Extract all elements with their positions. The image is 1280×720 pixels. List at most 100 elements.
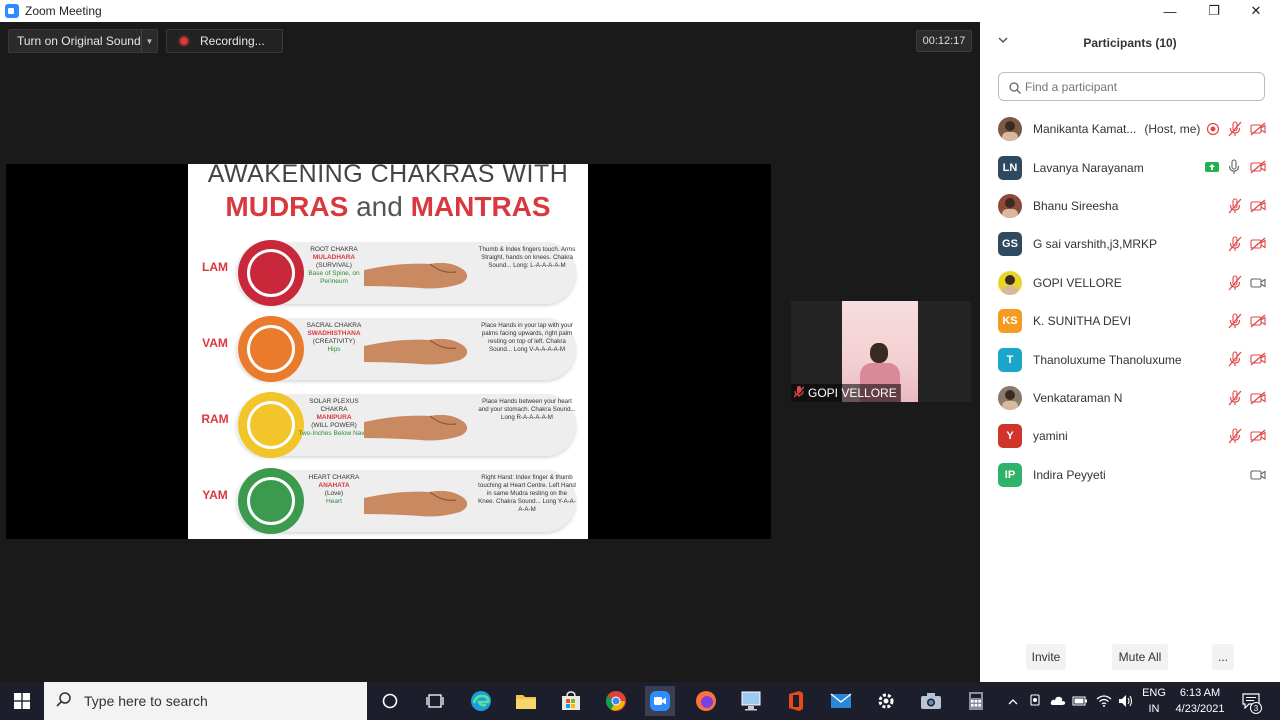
minimize-button[interactable]: — [1150, 0, 1190, 22]
search-input[interactable] [1025, 79, 1245, 94]
meet-now-icon[interactable] [1026, 682, 1046, 720]
wifi-icon[interactable] [1094, 682, 1114, 720]
mudra-description: Thumb & Index fingers touch. Arms Straig… [478, 246, 576, 269]
chakra-row: LAM ROOT CHAKRA MULADHARA (SURVIVAL) Base of… [188, 236, 588, 310]
microphone-muted-icon[interactable] [1228, 275, 1244, 291]
participant-avatar: LN [998, 155, 1022, 180]
file-explorer-icon[interactable] [511, 686, 541, 716]
chevron-down-icon[interactable]: ▼ [141, 30, 157, 52]
participant-row[interactable]: Venkataraman N [980, 379, 1280, 417]
mute-all-button[interactable]: Mute All [1112, 644, 1168, 670]
battery-icon[interactable] [1070, 682, 1090, 720]
task-view-icon[interactable] [420, 686, 450, 716]
participant-name: G sai varshith,j3,MRKP [1033, 237, 1157, 251]
chakra-symbol-icon [238, 240, 304, 306]
mudra-description: Right Hand: Index finger & thumb touchin… [478, 474, 576, 513]
video-participant-name: GOPI VELLORE [808, 386, 897, 400]
microsoft-store-icon[interactable] [556, 686, 586, 716]
participant-avatar: IP [998, 462, 1022, 487]
search-icon [1009, 81, 1021, 94]
windows-start-button[interactable] [0, 682, 44, 720]
video-off-icon[interactable] [1250, 391, 1266, 407]
mudra-hand-icon [364, 262, 468, 289]
calculator-icon[interactable] [961, 686, 991, 716]
screen-share-icon [1204, 160, 1220, 176]
cortana-icon[interactable] [375, 686, 405, 716]
participant-row[interactable]: LN Lavanya Narayanam [980, 148, 1280, 186]
mudra-description: Place Hands between your heart and your … [478, 398, 576, 421]
restore-button[interactable]: ❐ [1194, 0, 1234, 22]
microphone-muted-icon[interactable] [1228, 351, 1244, 367]
camera-icon[interactable] [916, 686, 946, 716]
office-icon[interactable] [781, 686, 811, 716]
input-language-indicator[interactable]: ENG IN [1140, 685, 1168, 717]
chakra-row: VAM SACRAL CHAKRA SWADHISTHANA (CREATIVITY)… [188, 312, 588, 386]
participant-role: (Host, me) [1144, 122, 1201, 137]
original-sound-button[interactable]: Turn on Original Sound ▼ [8, 29, 158, 53]
participant-name-text: Manikanta Kamat... [1033, 122, 1137, 137]
video-camera-icon[interactable] [1250, 468, 1266, 484]
video-off-icon[interactable] [1250, 314, 1266, 330]
participant-list: Manikanta Kamat... (Host, me) LN Lavanya Na… [980, 110, 1280, 494]
recording-indicator-icon [1206, 122, 1222, 138]
video-off-icon[interactable] [1250, 199, 1266, 215]
participant-avatar: GS [998, 232, 1022, 257]
participant-row[interactable]: Yyamini [980, 417, 1280, 455]
microphone-icon[interactable] [1228, 159, 1244, 175]
video-off-icon[interactable] [1250, 122, 1266, 138]
show-hidden-icons-chevron-icon[interactable] [1004, 682, 1022, 720]
microphone-muted-icon[interactable] [1228, 428, 1244, 444]
original-sound-label: Turn on Original Sound [17, 34, 141, 48]
notification-count-badge: 3 [1250, 702, 1262, 714]
participant-row[interactable]: GS G sai varshith,j3,MRKP [980, 225, 1280, 263]
mantra-label: LAM [202, 260, 228, 274]
participant-row[interactable]: Manikanta Kamat... (Host, me) [980, 110, 1280, 148]
participant-row[interactable]: GOPI VELLORE [980, 264, 1280, 302]
participant-name: Bhanu Sireesha [1033, 199, 1118, 213]
participants-panel: Participants (10) Manikanta Kamat... (Hos… [980, 22, 1280, 682]
volume-icon[interactable] [1116, 682, 1136, 720]
microphone-muted-icon[interactable] [1228, 198, 1244, 214]
video-off-icon[interactable] [1250, 237, 1266, 253]
microphone-muted-icon[interactable] [1228, 390, 1244, 406]
clock-time: 6:13 AM [1179, 687, 1221, 699]
zoom-app-icon [5, 4, 19, 18]
window-title-bar: Zoom Meeting — ❐ ✕ [0, 0, 1280, 22]
windows-taskbar: Type here to search ENG IN 6:13 AM 4/23/… [0, 682, 1280, 720]
participant-row[interactable]: T Thanoluxume Thanoluxume [980, 340, 1280, 378]
microphone-muted-icon[interactable] [1228, 121, 1244, 137]
settings-gear-icon[interactable] [871, 686, 901, 716]
video-off-icon[interactable] [1250, 429, 1266, 445]
participant-name: GOPI VELLORE [1033, 276, 1122, 290]
taskbar-search-box[interactable]: Type here to search [44, 682, 367, 720]
mudra-hand-icon [364, 490, 468, 517]
recording-button[interactable]: Recording... [166, 29, 283, 53]
mudra-hand-icon [364, 414, 468, 441]
more-options-button[interactable]: ... [1212, 644, 1234, 670]
participant-row[interactable]: Bhanu Sireesha [980, 187, 1280, 225]
participant-video-tile[interactable]: GOPI VELLORE [791, 301, 971, 402]
participant-row[interactable]: KS K. SUNITHA DEVI [980, 302, 1280, 340]
onedrive-cloud-icon[interactable] [1048, 682, 1068, 720]
close-button[interactable]: ✕ [1236, 0, 1276, 22]
participant-avatar: KS [998, 309, 1022, 334]
video-camera-icon[interactable] [1250, 276, 1266, 292]
taskbar-clock[interactable]: 6:13 AM 4/23/2021 [1168, 685, 1232, 717]
remote-desktop-icon[interactable] [736, 686, 766, 716]
mail-icon[interactable] [826, 686, 856, 716]
microphone-muted-icon[interactable] [1228, 313, 1244, 329]
microphone-muted-icon[interactable] [1228, 236, 1244, 252]
chrome-icon[interactable] [601, 686, 631, 716]
invite-button[interactable]: Invite [1026, 644, 1066, 670]
mic-muted-icon [793, 385, 805, 401]
edge-browser-icon[interactable] [466, 686, 496, 716]
zoom-taskbar-icon[interactable] [645, 686, 675, 716]
firefox-icon[interactable] [691, 686, 721, 716]
participant-row[interactable]: IP Indira Peyyeti [980, 456, 1280, 494]
video-off-icon[interactable] [1250, 160, 1266, 176]
video-off-icon[interactable] [1250, 352, 1266, 368]
action-center-button[interactable]: 3 [1238, 682, 1264, 720]
slide-title-mudras: MUDRAS [225, 191, 349, 222]
participant-search[interactable] [998, 72, 1265, 101]
participant-avatar [998, 193, 1022, 218]
